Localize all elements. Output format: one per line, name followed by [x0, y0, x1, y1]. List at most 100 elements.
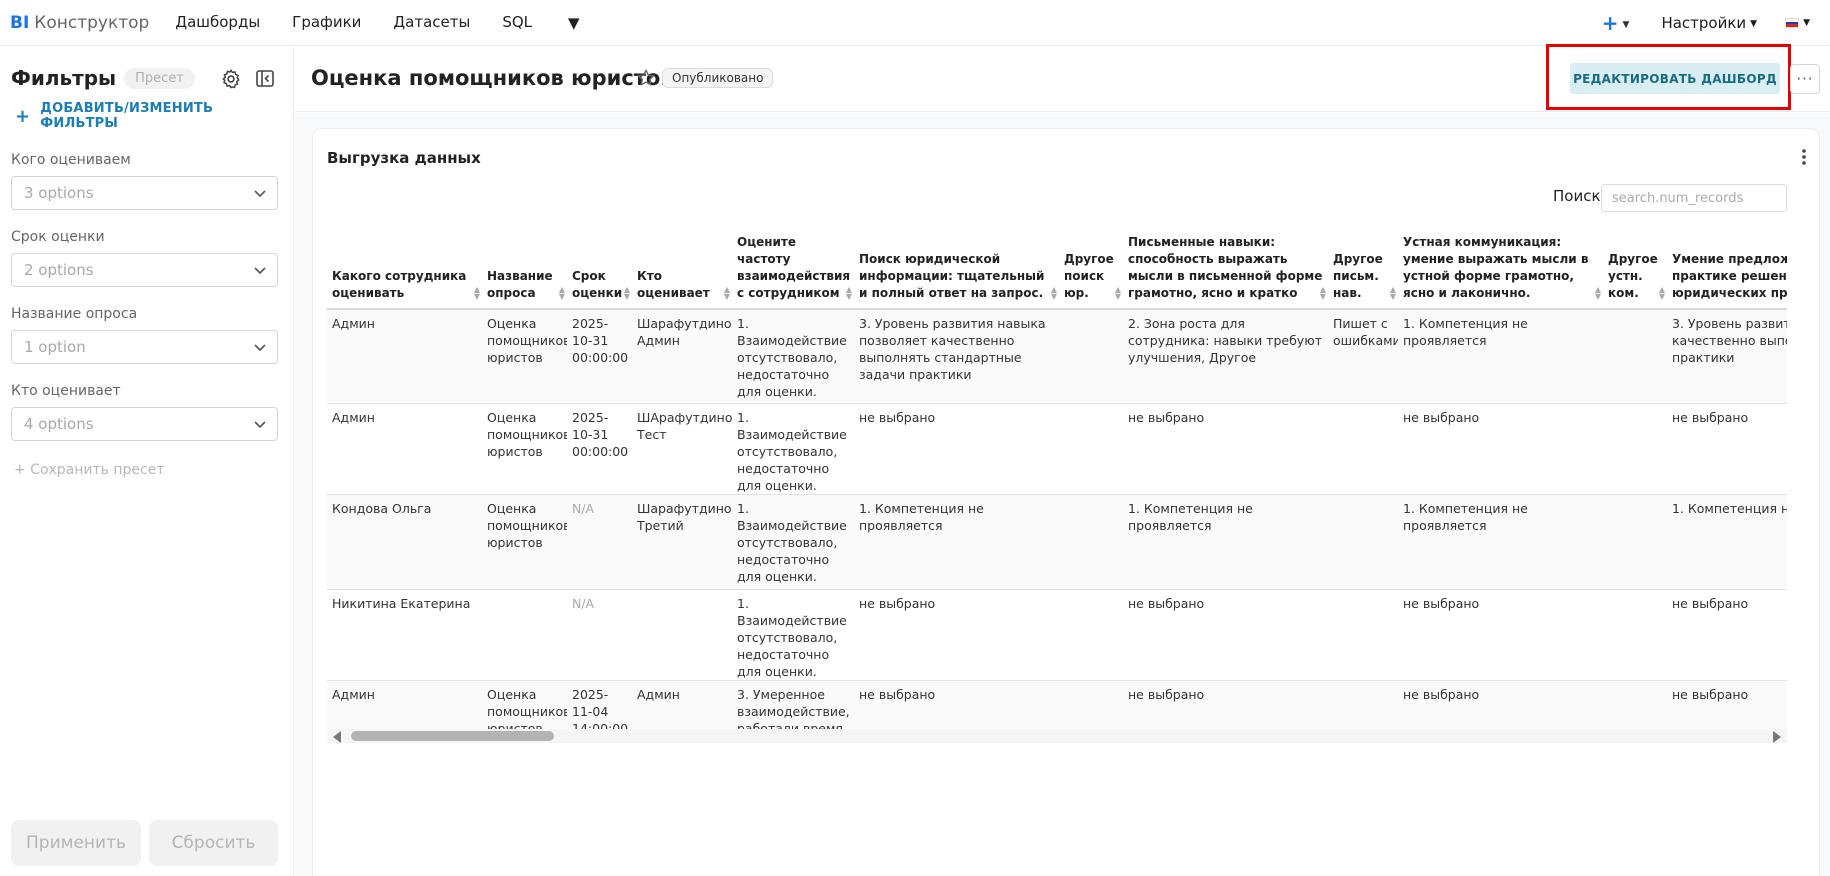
reset-button[interactable]: Сбросить — [149, 820, 278, 866]
column-header[interactable]: Письменные навыки: способность выражать … — [1123, 225, 1328, 310]
status-badge: Опубликовано — [662, 68, 774, 88]
language-selector[interactable]: ▼ — [1785, 18, 1810, 28]
table-row: Админ Оценка помощников юристов 2025-10-… — [327, 309, 1787, 404]
gear-icon[interactable] — [220, 68, 242, 90]
table-cell: 1. Взаимодействие отсутствовало, недоста… — [732, 403, 854, 495]
scroll-right-icon[interactable] — [1773, 731, 1781, 743]
column-header-label: Письменные навыки: способность выражать … — [1128, 235, 1323, 300]
table-cell: Шарафутдинов Третий — [632, 494, 732, 590]
column-header[interactable]: Какого сотрудника оценивать ▲ ▼ — [327, 225, 482, 310]
filter-label-deadline: Срок оценки — [11, 229, 105, 245]
save-preset-button[interactable]: + Сохранить пресет — [14, 462, 165, 478]
column-header[interactable]: Кто оценивает ▲ ▼ — [632, 225, 732, 310]
filter-select-deadline[interactable]: 2 options — [11, 253, 278, 287]
column-header[interactable]: Другое устн. ком. ▲ ▼ — [1603, 225, 1667, 310]
table-cell — [632, 589, 732, 681]
edit-dashboard-button[interactable]: РЕДАКТИРОВАТЬ ДАШБОРД — [1570, 63, 1780, 94]
table-cell — [1603, 403, 1667, 495]
filter-label-whom: Кого оцениваем — [11, 152, 131, 168]
table-cell: 1. Компетенция не проявляется — [1398, 309, 1603, 404]
data-table: Какого сотрудника оценивать ▲ ▼ Название о… — [327, 225, 1787, 743]
table-cell: 2. Зона роста для сотрудника: навыки тре… — [1123, 309, 1328, 404]
sort-icon: ▲ ▼ — [1389, 285, 1396, 301]
filter-value: 4 options — [24, 415, 94, 433]
column-header-label: Другое поиск юр. — [1064, 252, 1114, 300]
filter-select-survey[interactable]: 1 option — [11, 330, 278, 364]
more-options-button[interactable]: ··· — [1790, 64, 1820, 94]
scroll-left-icon[interactable] — [333, 731, 341, 743]
apply-button[interactable]: Применить — [11, 820, 141, 866]
table-cell: Пишет с ошибками — [1328, 309, 1398, 404]
table-cell: Оценка помощников юристов — [482, 494, 567, 590]
sort-icon: ▲ ▼ — [1050, 285, 1057, 301]
sort-icon: ▲ ▼ — [623, 285, 630, 301]
table-cell: 3. Уровень развития навыка позволяет кач… — [1667, 309, 1787, 404]
column-header[interactable]: Другое поиск юр. ▲ ▼ — [1059, 225, 1123, 310]
scrollbar-thumb[interactable] — [351, 731, 554, 741]
filter-label-evaluator: Кто оценивает — [11, 383, 121, 399]
filter-select-evaluator[interactable]: 4 options — [11, 407, 278, 441]
add-filters-label: ДОБАВИТЬ/ИЗМЕНИТЬ ФИЛЬТРЫ — [40, 101, 214, 131]
table-cell: Оценка помощников юристов — [482, 403, 567, 495]
table-cell: 1. Компетенция не проявляется — [1667, 494, 1787, 590]
table-cell: Админ — [327, 309, 482, 404]
nav-charts[interactable]: Графики — [292, 13, 361, 32]
table-cell: Админ — [327, 403, 482, 495]
data-table-wrapper[interactable]: Какого сотрудника оценивать ▲ ▼ Название о… — [327, 225, 1787, 743]
page-title: Оценка помощников юристов — [311, 66, 674, 90]
table-cell: 1. Компетенция не проявляется — [854, 494, 1059, 590]
table-row: Никитина Екатерина N/A 1. Взаимодействие… — [327, 589, 1787, 681]
collapse-sidebar-icon[interactable] — [256, 70, 274, 87]
table-cell: Кондова Ольга — [327, 494, 482, 590]
table-cell — [1059, 309, 1123, 404]
column-header[interactable]: Название опроса ▲ ▼ — [482, 225, 567, 310]
sort-icon: ▲ ▼ — [1114, 285, 1121, 301]
filter-value: 2 options — [24, 261, 94, 279]
sort-icon: ▲ ▼ — [723, 285, 730, 301]
table-cell: 2025-10-31 00:00:00 — [567, 309, 632, 404]
table-cell: не выбрано — [1398, 589, 1603, 681]
sort-icon: ▲ ▼ — [473, 285, 480, 301]
column-header[interactable]: Устная коммуникация: умение выражать мыс… — [1398, 225, 1603, 310]
brand-logo[interactable]: BI Конструктор — [10, 13, 149, 33]
nav-right: + ▼ Настройки ▼ ▼ — [1602, 0, 1830, 46]
sort-icon: ▲ ▼ — [558, 285, 565, 301]
search-input[interactable] — [1601, 184, 1787, 212]
settings-menu[interactable]: Настройки ▼ — [1661, 14, 1757, 32]
table-cell: не выбрано — [854, 589, 1059, 681]
table-cell: 2025-10-31 00:00:00 — [567, 403, 632, 495]
preset-badge[interactable]: Пресет — [124, 67, 195, 89]
column-header[interactable]: Поиск юридической информации: тщательный… — [854, 225, 1059, 310]
horizontal-scrollbar[interactable] — [327, 729, 1787, 743]
add-filters-button[interactable]: + ДОБАВИТЬ/ИЗМЕНИТЬ ФИЛЬТРЫ — [15, 101, 293, 131]
table-cell — [1328, 494, 1398, 590]
filter-select-whom[interactable]: 3 options — [11, 176, 278, 210]
table-cell: не выбрано — [1398, 403, 1603, 495]
caret-down-icon: ▼ — [1750, 18, 1758, 29]
nav-links: Дашборды Графики Датасеты SQL ▼ — [175, 13, 643, 32]
column-header-label: Умение предложить применимые на практике… — [1672, 252, 1787, 300]
table-cell: N/A — [567, 494, 632, 590]
new-item-button[interactable]: + ▼ — [1602, 11, 1630, 35]
column-header[interactable]: Оцените частоту взаимодействия с сотрудн… — [732, 225, 854, 310]
filter-label-survey: Название опроса — [11, 306, 138, 322]
brand-bi: BI — [10, 12, 30, 33]
sidebar-title: Фильтры — [11, 66, 117, 90]
table-cell: ШАрафутдинов Тест — [632, 403, 732, 495]
column-header[interactable]: Срок оценки ▲ ▼ — [567, 225, 632, 310]
column-header[interactable]: Другое письм. нав. ▲ ▼ — [1328, 225, 1398, 310]
filter-value: 1 option — [24, 338, 86, 356]
nav-datasets[interactable]: Датасеты — [393, 13, 470, 32]
table-cell: не выбрано — [854, 403, 1059, 495]
table-cell — [1059, 589, 1123, 681]
table-cell: Оценка помощников юристов — [482, 309, 567, 404]
star-icon[interactable] — [636, 68, 656, 88]
nav-dashboards[interactable]: Дашборды — [175, 13, 260, 32]
nav-sql-label: SQL — [502, 13, 533, 32]
chevron-down-icon — [254, 344, 266, 352]
table-cell — [1603, 309, 1667, 404]
nav-sql[interactable]: SQL ▼ — [502, 13, 611, 32]
plus-icon: + — [15, 105, 31, 127]
column-header[interactable]: Умение предложить применимые на практике… — [1667, 225, 1787, 310]
vertical-dots-icon[interactable] — [1796, 147, 1812, 167]
